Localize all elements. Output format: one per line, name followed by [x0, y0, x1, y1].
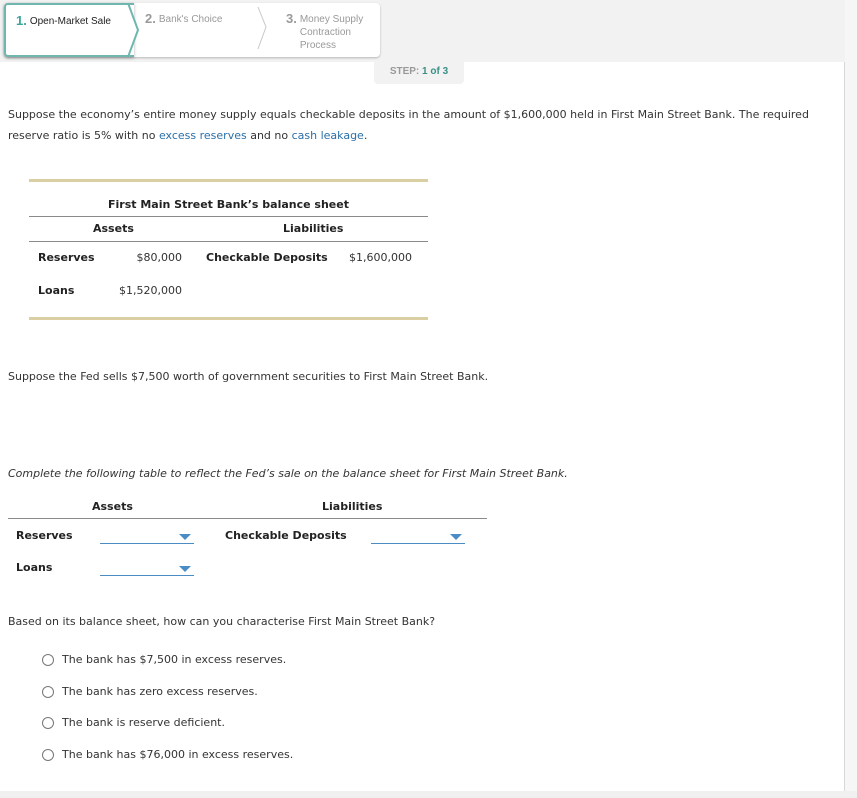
step-label: Open-Market Sale: [29, 16, 111, 27]
option-label: The bank is reserve deficient.: [62, 716, 225, 729]
radio-button[interactable]: [42, 716, 54, 729]
step-number: 3.: [286, 11, 297, 26]
step-counter-value: 1 of 3: [422, 66, 449, 77]
option-label: The bank has zero excess reserves.: [62, 685, 258, 698]
question-text: Based on its balance sheet, how can you …: [8, 615, 436, 628]
radio-button[interactable]: [42, 685, 54, 698]
step-label: Money Supply Contraction Process: [299, 14, 364, 51]
answer-table: Assets Liabilities Reserves Checkable De…: [8, 498, 488, 588]
assets-header: Assets: [93, 222, 134, 235]
radio-button[interactable]: [42, 748, 54, 761]
answer-option[interactable]: The bank has $76,000 in excess reserves.: [42, 748, 293, 761]
radio-button[interactable]: [42, 653, 54, 666]
table-bottom-rule: [29, 317, 428, 320]
option-label: The bank has $7,500 in excess reserves.: [62, 653, 287, 666]
chevron-down-icon: [179, 566, 191, 572]
intro-paragraph: Suppose the economy’s entire money suppl…: [8, 104, 828, 146]
step-separator-icon: [257, 6, 267, 50]
step-tab-3[interactable]: 3. Money Supply Contraction Process: [274, 3, 374, 57]
balance-sheet-table: First Main Street Bank’s balance sheet A…: [29, 179, 428, 320]
step-navigation: 1. Open-Market Sale 2. Bank's Choice 3. …: [4, 3, 380, 57]
reserves-dropdown[interactable]: [100, 528, 194, 544]
checkable-deposits-label: Checkable Deposits: [206, 251, 328, 264]
instruction-text: Complete the following table to reflect …: [8, 467, 568, 480]
step-counter: STEP: 1 of 3: [374, 62, 464, 84]
intro-text: Suppose the economy’s entire money suppl…: [8, 108, 809, 142]
loans-value: $1,520,000: [119, 284, 182, 297]
checkable-deposits-dropdown[interactable]: [371, 528, 465, 544]
step-number: 2.: [145, 11, 156, 26]
step-label: Bank's Choice: [158, 14, 223, 25]
liabilities-header: Liabilities: [322, 500, 383, 513]
cash-leakage-link[interactable]: cash leakage: [292, 129, 364, 142]
intro-text: .: [363, 129, 368, 142]
step-tab-1[interactable]: 1. Open-Market Sale: [4, 3, 134, 57]
loans-dropdown[interactable]: [100, 560, 194, 576]
step-tab-2[interactable]: 2. Bank's Choice: [135, 3, 255, 57]
step-counter-prefix: STEP:: [389, 66, 420, 77]
reserves-label: Reserves: [38, 251, 95, 264]
loans-label: Loans: [38, 284, 75, 297]
balance-sheet-title: First Main Street Bank’s balance sheet: [108, 198, 349, 211]
divider: [8, 518, 487, 519]
checkable-deposits-value: $1,600,000: [349, 251, 412, 264]
liabilities-header: Liabilities: [283, 222, 344, 235]
divider: [29, 241, 428, 242]
excess-reserves-link[interactable]: excess reserves: [159, 129, 247, 142]
scrollbar-track[interactable]: [845, 0, 857, 798]
divider: [29, 216, 428, 217]
loans-label: Loans: [16, 561, 53, 574]
answer-option[interactable]: The bank is reserve deficient.: [42, 716, 225, 729]
reserves-value: $80,000: [136, 251, 183, 264]
answer-option[interactable]: The bank has $7,500 in excess reserves.: [42, 653, 286, 666]
chevron-down-icon: [179, 534, 191, 540]
reserves-label: Reserves: [16, 529, 73, 542]
intro-text: and no: [246, 129, 292, 142]
checkable-deposits-label: Checkable Deposits: [225, 529, 347, 542]
chevron-down-icon: [450, 534, 462, 540]
answer-option[interactable]: The bank has zero excess reserves.: [42, 685, 258, 698]
step-number: 1.: [16, 13, 27, 28]
table-top-rule: [29, 179, 428, 182]
fed-sale-text: Suppose the Fed sells $7,500 worth of go…: [8, 370, 489, 383]
option-label: The bank has $76,000 in excess reserves.: [62, 748, 294, 761]
assets-header: Assets: [92, 500, 133, 513]
footer-band: [0, 791, 857, 798]
